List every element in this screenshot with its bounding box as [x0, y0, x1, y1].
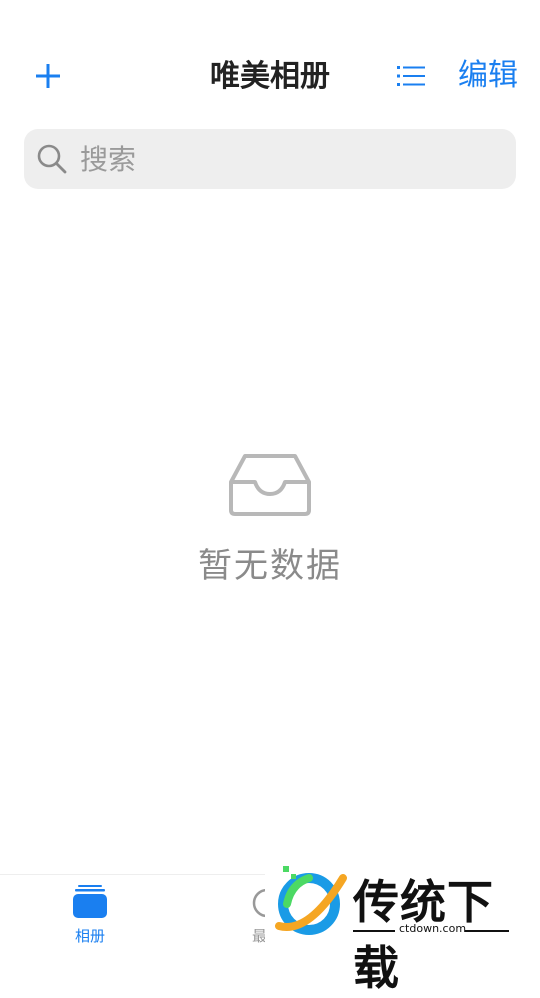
- page-title: 唯美相册: [210, 59, 330, 94]
- list-view-button[interactable]: [394, 58, 428, 94]
- tab-albums[interactable]: 相册: [45, 883, 135, 946]
- watermark-url: ctdown.com: [399, 922, 467, 935]
- empty-message: 暂无数据: [198, 546, 342, 586]
- empty-state: 暂无数据: [0, 452, 540, 587]
- search-bar[interactable]: [24, 129, 516, 189]
- add-album-button[interactable]: [28, 56, 68, 96]
- tab-albums-label: 相册: [74, 927, 105, 945]
- watermark-divider-left: [353, 930, 395, 932]
- search-icon: [36, 143, 68, 175]
- list-icon: [397, 66, 425, 86]
- plus-icon: [36, 64, 60, 88]
- album-stack-icon: [73, 885, 107, 918]
- inbox-icon: [229, 454, 311, 516]
- header: 唯美相册 编辑: [0, 0, 540, 120]
- watermark: 传统下载 ctdown.com: [265, 858, 540, 995]
- edit-button[interactable]: 编辑: [452, 54, 524, 98]
- search-input[interactable]: [78, 141, 502, 177]
- watermark-logo-icon: [275, 866, 347, 935]
- watermark-divider-right: [465, 930, 509, 932]
